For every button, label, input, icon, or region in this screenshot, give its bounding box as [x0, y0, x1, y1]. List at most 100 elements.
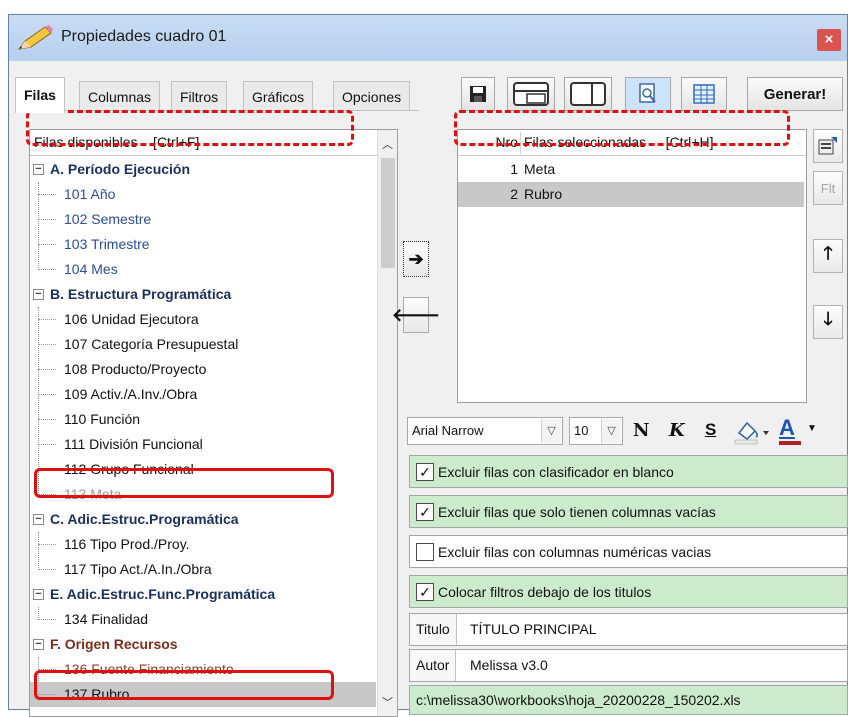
- bold-button[interactable]: N: [633, 420, 649, 441]
- autor-input[interactable]: Melissa v3.0: [470, 657, 548, 673]
- tab-opciones[interactable]: Opciones: [333, 81, 411, 111]
- tree-item-101[interactable]: 101 Año: [30, 182, 376, 207]
- option-label: Excluir filas con columnas numéricas vac…: [438, 544, 712, 560]
- collapse-icon[interactable]: −: [33, 639, 44, 650]
- font-size-select[interactable]: 10 ▽: [569, 417, 623, 445]
- properties-button[interactable]: [813, 129, 843, 163]
- strike-button[interactable]: S: [705, 420, 716, 440]
- remove-row-button[interactable]: 🡐: [392, 297, 440, 333]
- save-button[interactable]: [461, 77, 495, 111]
- tree-item-111[interactable]: 111 División Funcional: [30, 432, 376, 457]
- color-swatch: [779, 441, 801, 445]
- move-up-button[interactable]: 🡑: [813, 239, 843, 273]
- tree-connector: [38, 544, 56, 545]
- chevron-down-icon[interactable]: ▽: [601, 419, 621, 443]
- scroll-down-icon[interactable]: ﹀: [382, 694, 393, 710]
- autor-field[interactable]: Autor Melissa v3.0: [409, 649, 848, 682]
- titulo-field[interactable]: Titulo TÍTULO PRINCIPAL: [409, 613, 848, 646]
- tree-group-b[interactable]: − B. Estructura Programática: [30, 282, 376, 307]
- arrow-up-icon: 🡑: [823, 243, 833, 263]
- tree-connector: [38, 619, 56, 620]
- font-family-value: Arial Narrow: [412, 423, 484, 438]
- generate-button[interactable]: Generar!: [747, 77, 843, 111]
- option-exclude-blank[interactable]: ✓ Excluir filas con clasificador en blan…: [409, 455, 848, 488]
- tab-columnas[interactable]: Columnas: [79, 81, 161, 111]
- tree-group-e[interactable]: − E. Adic.Estruc.Func.Programática: [30, 582, 376, 607]
- available-rows-tree[interactable]: Filas disponibles [Ctrl+F] − A. Período …: [29, 129, 398, 717]
- row-number: 2: [510, 186, 518, 202]
- tree-connector: [38, 569, 56, 570]
- text-color-button[interactable]: A ▼: [779, 415, 831, 445]
- selected-rows-list[interactable]: Nro Filas seleccionadas [Ctrl+H] 1 Meta …: [457, 129, 807, 403]
- paint-bucket-icon: [734, 421, 769, 445]
- tree-connector: [38, 244, 56, 245]
- option-exclude-numeric-empty[interactable]: Excluir filas con columnas numéricas vac…: [409, 535, 848, 568]
- checkbox[interactable]: ✓: [416, 583, 434, 601]
- collapse-icon[interactable]: −: [33, 514, 44, 525]
- tree-connector: [38, 319, 56, 320]
- tab-filtros[interactable]: Filtros: [171, 81, 228, 111]
- title-bar[interactable]: Propiedades cuadro 01 ×: [9, 15, 847, 61]
- collapse-icon[interactable]: −: [33, 289, 44, 300]
- titulo-input[interactable]: TÍTULO PRINCIPAL: [470, 621, 597, 637]
- move-down-button[interactable]: 🡓: [813, 305, 843, 339]
- annotation-selected-header: [454, 110, 790, 146]
- checkbox[interactable]: [416, 543, 434, 561]
- tree-item-103[interactable]: 103 Trimestre: [30, 232, 376, 257]
- preview-icon: [639, 83, 656, 103]
- filter-button[interactable]: Flt: [813, 171, 843, 205]
- tree-item-110[interactable]: 110 Función: [30, 407, 376, 432]
- option-filters-below-titles[interactable]: ✓ Colocar filtros debajo de los titulos: [409, 575, 848, 608]
- tree-item-104[interactable]: 104 Mes: [30, 257, 376, 282]
- tree-item-106[interactable]: 106 Unidad Ejecutora: [30, 307, 376, 332]
- tree-item-116[interactable]: 116 Tipo Prod./Proy.: [30, 532, 376, 557]
- tree-item-134[interactable]: 134 Finalidad: [30, 607, 376, 632]
- tree-connector: [38, 219, 56, 220]
- tree-group-f[interactable]: − F. Origen Recursos: [30, 632, 376, 657]
- output-path-value: c:\melissa30\workbooks\hoja_20200228_150…: [416, 692, 741, 708]
- selected-row[interactable]: 2 Rubro: [458, 182, 804, 207]
- checkbox[interactable]: ✓: [416, 503, 434, 521]
- tab-graficos[interactable]: Gráficos: [243, 81, 314, 111]
- font-size-value: 10: [574, 423, 589, 438]
- italic-button[interactable]: K: [669, 420, 685, 441]
- add-row-button[interactable]: ➔: [403, 241, 429, 277]
- annotation-available-header: [26, 110, 354, 146]
- autor-label: Autor: [410, 650, 457, 681]
- tab-filas[interactable]: Filas: [15, 77, 65, 113]
- font-family-select[interactable]: Arial Narrow ▽: [407, 417, 563, 445]
- fill-color-button[interactable]: [733, 419, 773, 445]
- preview-button[interactable]: [625, 77, 671, 111]
- collapse-icon[interactable]: −: [33, 589, 44, 600]
- selected-row[interactable]: 1 Meta: [458, 157, 804, 182]
- grid-icon: [693, 84, 715, 104]
- option-exclude-empty-cols[interactable]: ✓ Excluir filas que solo tienen columnas…: [409, 495, 848, 528]
- layout-columns-button[interactable]: [564, 77, 612, 111]
- checkbox[interactable]: ✓: [416, 463, 434, 481]
- grid-button[interactable]: [681, 77, 727, 111]
- chevron-down-icon[interactable]: ▽: [541, 419, 561, 443]
- collapse-icon[interactable]: −: [33, 164, 44, 175]
- tree-item-117[interactable]: 117 Tipo Act./A.In./Obra: [30, 557, 376, 582]
- tree-item-107[interactable]: 107 Categoría Presupuestal: [30, 332, 376, 357]
- layout-rows-button[interactable]: [507, 77, 555, 111]
- tree-connector: [38, 394, 56, 395]
- close-button[interactable]: ×: [817, 29, 841, 51]
- tree-scrollbar[interactable]: ︿ ﹀: [377, 130, 397, 716]
- option-label: Colocar filtros debajo de los titulos: [438, 584, 652, 600]
- layout-columns-icon: [570, 82, 606, 106]
- pencil-icon: [17, 25, 53, 50]
- tree-group-c[interactable]: − C. Adic.Estruc.Programática: [30, 507, 376, 532]
- tree-item-108[interactable]: 108 Producto/Proyecto: [30, 357, 376, 382]
- row-name: Rubro: [524, 186, 563, 202]
- output-path-field[interactable]: c:\melissa30\workbooks\hoja_20200228_150…: [409, 685, 848, 715]
- chevron-down-icon[interactable]: ▼: [807, 423, 817, 434]
- tree-item-102[interactable]: 102 Semestre: [30, 207, 376, 232]
- tree-group-a[interactable]: − A. Período Ejecución: [30, 157, 376, 182]
- tree-scroll-thumb[interactable]: [381, 158, 395, 268]
- tree-connector: [38, 194, 56, 195]
- scroll-up-icon[interactable]: ︿: [382, 136, 393, 152]
- tree-item-109[interactable]: 109 Activ./A.Inv./Obra: [30, 382, 376, 407]
- option-label: Excluir filas que solo tienen columnas v…: [438, 504, 716, 520]
- arrow-left-icon: 🡐: [391, 304, 441, 325]
